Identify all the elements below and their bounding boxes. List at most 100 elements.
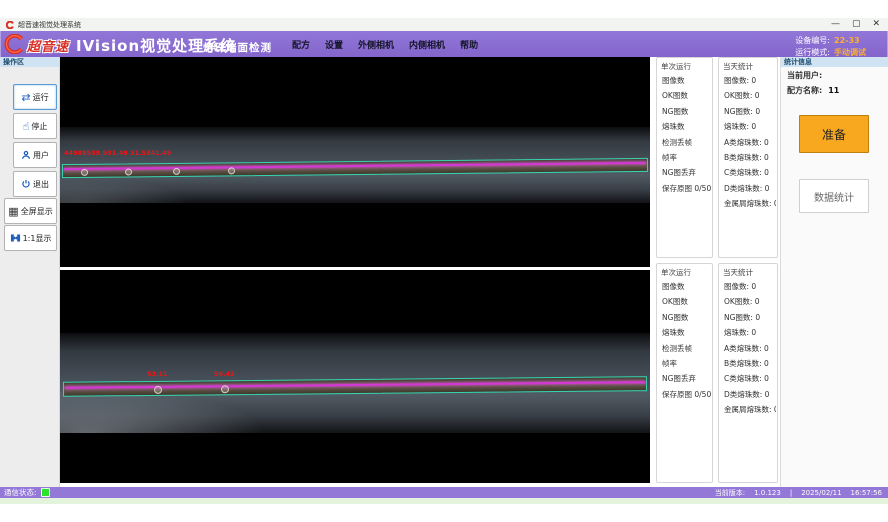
- status-date: 2025/02/11: [801, 489, 841, 497]
- groupbox-title: 当天统计: [723, 61, 753, 72]
- camera-view-bottom: 53.11 56.43: [60, 270, 650, 483]
- stat-row: 图像数: [662, 73, 711, 88]
- power-icon: [21, 179, 31, 189]
- menu-item-outer-camera[interactable]: 外侧相机: [358, 38, 394, 51]
- user-button[interactable]: 用户: [13, 142, 57, 168]
- minimize-button[interactable]: —: [831, 18, 840, 31]
- stat-row: D类熔珠数: 0: [724, 387, 776, 402]
- stat-row: D类熔珠数: 0: [724, 181, 776, 196]
- stat-row: 帧率: [662, 356, 711, 371]
- window-title: 超音速视觉处理系统: [18, 20, 831, 30]
- stat-row: OK图数: 0: [724, 88, 776, 103]
- stat-row: 图像数: 0: [724, 73, 776, 88]
- menu-item-recipe[interactable]: 配方: [292, 38, 310, 51]
- stat-row: OK图数: [662, 88, 711, 103]
- comm-status-indicator: [41, 488, 50, 497]
- app-window: 超音速视觉处理系统 — ▢ ✕ 超音速 IVision视觉处理系统 熔珠端面检测…: [0, 0, 888, 522]
- stat-row: OK图数: [662, 294, 711, 309]
- fullscreen-grid-icon: ▦: [8, 206, 18, 217]
- measurement-annotation: 44988539.931.49 31.5341.49: [64, 149, 171, 157]
- user-icon: [21, 150, 31, 160]
- centerline-overlay: [65, 381, 645, 389]
- recipe-name-value: 11: [828, 86, 839, 95]
- hand-icon: ☝: [23, 121, 30, 132]
- app-header: 超音速 IVision视觉处理系统 熔珠端面检测 配方 设置 外侧相机 内侧相机…: [0, 31, 888, 57]
- defect-ring: [154, 386, 162, 394]
- stat-row: C类熔珠数: 0: [724, 371, 776, 386]
- groupbox-title: 单次运行: [661, 267, 691, 278]
- app-subtitle: 熔珠端面检测: [203, 40, 272, 55]
- stats-info-title: 统计信息: [781, 57, 888, 67]
- run-button-label: 运行: [33, 92, 49, 103]
- stat-row: 保存原图 0/500: [662, 387, 711, 402]
- defect-ring: [125, 168, 132, 175]
- main-menu: 配方 设置 外侧相机 内侧相机 帮助: [292, 31, 478, 57]
- stat-row: NG图数: [662, 310, 711, 325]
- stat-row: 检测丢帧: [662, 135, 711, 150]
- stat-row: NG图数: [662, 104, 711, 119]
- recipe-name-label: 配方名称:: [787, 86, 822, 95]
- defect-ring: [221, 385, 229, 393]
- run-mode-label: 运行模式:: [795, 48, 830, 57]
- status-separator: |: [790, 489, 792, 497]
- stat-row: 熔珠数: [662, 325, 711, 340]
- stat-row: A类熔珠数: 0: [724, 341, 776, 356]
- stat-row: 检测丢帧: [662, 341, 711, 356]
- stat-row: 熔珠数: [662, 119, 711, 134]
- stat-row: 图像数: [662, 279, 711, 294]
- stat-row: 金属屑熔珠数: 0: [724, 196, 776, 211]
- groupbox-title: 单次运行: [661, 61, 691, 72]
- defect-ring: [228, 167, 235, 174]
- user-button-label: 用户: [33, 150, 49, 161]
- measurement-label: 56.43: [214, 370, 235, 378]
- centerline-overlay: [64, 162, 646, 170]
- stat-row: 熔珠数: 0: [724, 119, 776, 134]
- menu-item-inner-camera[interactable]: 内侧相机: [409, 38, 445, 51]
- stat-row: A类熔珠数: 0: [724, 135, 776, 150]
- exit-button-label: 退出: [33, 179, 49, 190]
- groupbox-title: 当天统计: [723, 267, 753, 278]
- statistics-info-panel: 统计信息 当前用户: 配方名称: 11 准备 数据统计: [780, 57, 888, 487]
- defect-ring: [173, 168, 180, 175]
- single-run-stats-top: 单次运行 图像数 OK图数 NG图数 熔珠数 检测丢帧 帧率 NG图丢弃 保存原…: [656, 57, 713, 258]
- stat-row: B类熔珠数: 0: [724, 150, 776, 165]
- camera-view-top: 44988539.931.49 31.5341.49: [60, 57, 650, 267]
- current-user-label: 当前用户:: [787, 70, 822, 81]
- stat-row: 熔珠数: 0: [724, 325, 776, 340]
- close-button[interactable]: ✕: [872, 18, 880, 31]
- exit-button[interactable]: 退出: [13, 171, 57, 197]
- fullscreen-button[interactable]: ▦ 全屏显示: [4, 198, 57, 224]
- stat-row: NG图丢弃: [662, 165, 711, 180]
- one-to-one-button[interactable]: 1:1显示: [4, 225, 57, 251]
- status-time: 16:57:56: [851, 489, 882, 497]
- menu-item-settings[interactable]: 设置: [325, 38, 343, 51]
- maximize-button[interactable]: ▢: [852, 18, 861, 31]
- today-stats-bottom: 当天统计 图像数: 0 OK图数: 0 NG图数: 0 熔珠数: 0 A类熔珠数…: [718, 263, 778, 483]
- window-bottom-edge: [0, 498, 888, 504]
- single-run-stats-bottom: 单次运行 图像数 OK图数 NG图数 熔珠数 检测丢帧 帧率 NG图丢弃 保存原…: [656, 263, 713, 483]
- stat-row: NG图数: 0: [724, 310, 776, 325]
- stat-row: C类熔珠数: 0: [724, 165, 776, 180]
- menu-item-help[interactable]: 帮助: [460, 38, 478, 51]
- run-button[interactable]: ⇄ 运行: [13, 84, 57, 110]
- measurement-label: 53.11: [147, 370, 168, 378]
- brand-logo-text: 超音速: [27, 36, 69, 55]
- defect-ring: [81, 169, 88, 176]
- sidebar-title: 操作区: [0, 57, 59, 67]
- one-to-one-icon: [10, 233, 21, 243]
- recipe-name-row: 配方名称: 11: [787, 85, 839, 96]
- fullscreen-button-label: 全屏显示: [21, 206, 53, 217]
- operation-sidebar: 操作区 ⇄ 运行 ☝ 停止 用户 退出 ▦: [0, 57, 60, 487]
- stat-row: OK图数: 0: [724, 294, 776, 309]
- today-stats-top: 当天统计 图像数: 0 OK图数: 0 NG图数: 0 熔珠数: 0 A类熔珠数…: [718, 57, 778, 258]
- data-statistics-button[interactable]: 数据统计: [799, 179, 869, 213]
- one-to-one-button-label: 1:1显示: [23, 233, 52, 244]
- stop-button[interactable]: ☝ 停止: [13, 113, 57, 139]
- stop-button-label: 停止: [31, 121, 47, 132]
- header-device-info: 设备编号:22-33 运行模式:手动调试: [795, 32, 882, 56]
- version-label: 当前版本:: [715, 488, 745, 498]
- status-bar: 通信状态: 当前版本: 1.0.123 | 2025/02/11 16:57:5…: [0, 487, 888, 498]
- prepare-button[interactable]: 准备: [799, 115, 869, 153]
- app-logo-icon: [6, 21, 14, 29]
- stat-row: B类熔珠数: 0: [724, 356, 776, 371]
